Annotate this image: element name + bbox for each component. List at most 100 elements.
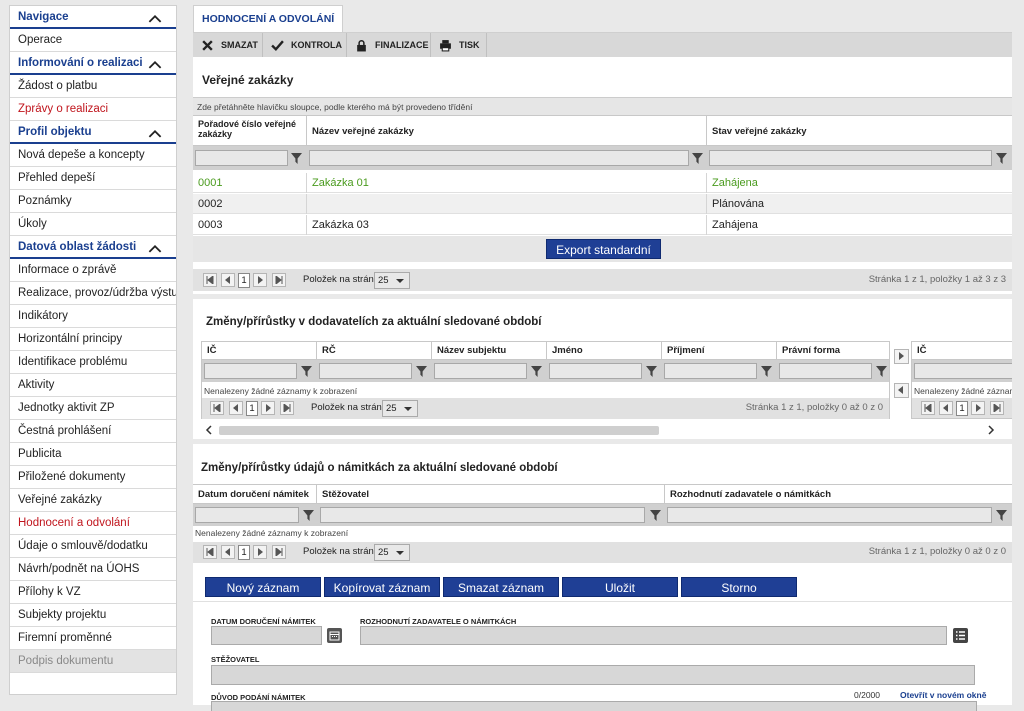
scroll-right-icon[interactable] (987, 425, 995, 435)
per-page-select[interactable]: 25 (374, 272, 410, 289)
filter-input[interactable] (309, 150, 689, 166)
sidebar-item-prilohy-k-vz[interactable]: Přílohy k VZ (10, 581, 176, 604)
prev-page-button[interactable] (229, 401, 243, 415)
sidebar-item-poznamky[interactable]: Poznámky (10, 190, 176, 213)
move-right-button[interactable] (894, 349, 909, 364)
col-header-subject-name[interactable]: Název subjektu (432, 342, 547, 359)
sidebar-item-operace[interactable]: Operace (10, 29, 176, 52)
sidebar-item-prehled-depesi[interactable]: Přehled depeší (10, 167, 176, 190)
sidebar-item-cestna-prohlaseni[interactable]: Čestná prohlášení (10, 420, 176, 443)
sidebar-section-navigace[interactable]: Navigace (10, 6, 176, 29)
filter-input[interactable] (709, 150, 992, 166)
print-button[interactable]: TISK (431, 33, 487, 58)
sidebar-item-verejne-zakazky[interactable]: Veřejné zakázky (10, 489, 176, 512)
col-header-decision[interactable]: Rozhodnutí zadavatele o námitkách (665, 485, 1012, 503)
col-header-date[interactable]: Datum doručení námitek (193, 485, 317, 503)
date-field[interactable] (211, 626, 322, 645)
sidebar-item-subjekty-projektu[interactable]: Subjekty projektu (10, 604, 176, 627)
filter-icon[interactable] (996, 153, 1007, 164)
filter-input[interactable] (779, 363, 872, 379)
table-row[interactable]: 0003 Zakázka 03 Zahájena (193, 215, 1012, 235)
table-row[interactable]: 0002 Plánována (193, 194, 1012, 214)
last-page-button[interactable] (272, 273, 286, 287)
finalize-button[interactable]: FINALIZACE (347, 33, 431, 58)
col-header-legal-form[interactable]: Právní forma (777, 342, 889, 359)
filter-icon[interactable] (692, 153, 703, 164)
export-button[interactable]: Export standardní (546, 239, 661, 259)
filter-input[interactable] (319, 363, 412, 379)
filter-input[interactable] (914, 363, 1012, 379)
delete-record-button[interactable]: Smazat záznam (443, 577, 559, 597)
sidebar-item-zpravy-o-realizaci[interactable]: Zprávy o realizaci (10, 98, 176, 121)
last-page-button[interactable] (990, 401, 1004, 415)
sidebar-item-zadost-o-platbu[interactable]: Žádost o platbu (10, 75, 176, 98)
sidebar-item-hodnoceni-a-odvolani[interactable]: Hodnocení a odvolání (10, 512, 176, 535)
page-number[interactable]: 1 (956, 401, 968, 416)
chevron-up-icon[interactable] (148, 244, 162, 253)
per-page-select[interactable]: 25 (374, 544, 410, 561)
filter-input[interactable] (434, 363, 527, 379)
filter-input[interactable] (667, 507, 992, 523)
open-new-window-link[interactable]: Otevřít v novém okně (900, 690, 986, 700)
prev-page-button[interactable] (939, 401, 953, 415)
col-header-complainant[interactable]: Stěžovatel (317, 485, 665, 503)
next-page-button[interactable] (261, 401, 275, 415)
sidebar-item-informace-o-zprave[interactable]: Informace o zprávě (10, 259, 176, 282)
chevron-up-icon[interactable] (148, 60, 162, 69)
sidebar-item-publicita[interactable]: Publicita (10, 443, 176, 466)
filter-input[interactable] (204, 363, 297, 379)
save-button[interactable]: Uložit (562, 577, 678, 597)
scroll-thumb[interactable] (219, 426, 659, 435)
filter-input[interactable] (320, 507, 645, 523)
last-page-button[interactable] (280, 401, 294, 415)
cancel-button[interactable]: Storno (681, 577, 797, 597)
filter-icon[interactable] (531, 366, 542, 377)
next-page-button[interactable] (253, 273, 267, 287)
filter-icon[interactable] (303, 510, 314, 521)
filter-icon[interactable] (876, 366, 887, 377)
sidebar-item-firemni-promenne[interactable]: Firemní proměnné (10, 627, 176, 650)
sidebar-item-horizontalni-principy[interactable]: Horizontální principy (10, 328, 176, 351)
next-page-button[interactable] (253, 545, 267, 559)
first-page-button[interactable] (203, 545, 217, 559)
decision-field[interactable] (360, 626, 947, 645)
sidebar-item-navrh-podnet-na-uohs[interactable]: Návrh/podnět na ÚOHS (10, 558, 176, 581)
last-page-button[interactable] (272, 545, 286, 559)
filter-icon[interactable] (761, 366, 772, 377)
col-header-ic[interactable]: IČ (912, 342, 1012, 360)
page-number[interactable]: 1 (238, 545, 250, 560)
decision-list-button[interactable] (953, 628, 968, 643)
filter-icon[interactable] (646, 366, 657, 377)
delete-button[interactable]: SMAZAT (193, 33, 263, 58)
filter-input[interactable] (195, 507, 299, 523)
sidebar-section-profil-objektu[interactable]: Profil objektu (10, 121, 176, 144)
filter-icon[interactable] (416, 366, 427, 377)
sidebar-item-prilozene-dokumenty[interactable]: Přiložené dokumenty (10, 466, 176, 489)
filter-input[interactable] (549, 363, 642, 379)
filter-icon[interactable] (291, 153, 302, 164)
filter-input[interactable] (195, 150, 288, 166)
filter-icon[interactable] (996, 510, 1007, 521)
next-page-button[interactable] (971, 401, 985, 415)
filter-icon[interactable] (650, 510, 661, 521)
sidebar-section-informovani-o-realizaci[interactable]: Informování o realizaci (10, 52, 176, 75)
col-header-first-name[interactable]: Jméno (547, 342, 662, 359)
copy-record-button[interactable]: Kopírovat záznam (324, 577, 440, 597)
scroll-left-icon[interactable] (205, 425, 213, 435)
col-header-number[interactable]: Pořadové číslo veřejné zakázky (193, 116, 307, 145)
sidebar-item-aktivity[interactable]: Aktivity (10, 374, 176, 397)
col-header-last-name[interactable]: Příjmení (662, 342, 777, 359)
page-number[interactable]: 1 (238, 273, 250, 288)
col-header-ic[interactable]: IČ (202, 342, 317, 359)
col-header-rc[interactable]: RČ (317, 342, 432, 359)
sidebar-item-jednotky-aktivit-zp[interactable]: Jednotky aktivit ZP (10, 397, 176, 420)
sidebar-item-indikatory[interactable]: Indikátory (10, 305, 176, 328)
sidebar-item-udaje-o-smlouve-dodatku[interactable]: Údaje o smlouvě/dodatku (10, 535, 176, 558)
prev-page-button[interactable] (221, 273, 235, 287)
table-row[interactable]: 0001 Zakázka 01 Zahájena (193, 173, 1012, 193)
new-record-button[interactable]: Nový záznam (205, 577, 321, 597)
filter-input[interactable] (664, 363, 757, 379)
first-page-button[interactable] (921, 401, 935, 415)
col-header-name[interactable]: Název veřejné zakázky (307, 116, 707, 145)
filter-icon[interactable] (301, 366, 312, 377)
